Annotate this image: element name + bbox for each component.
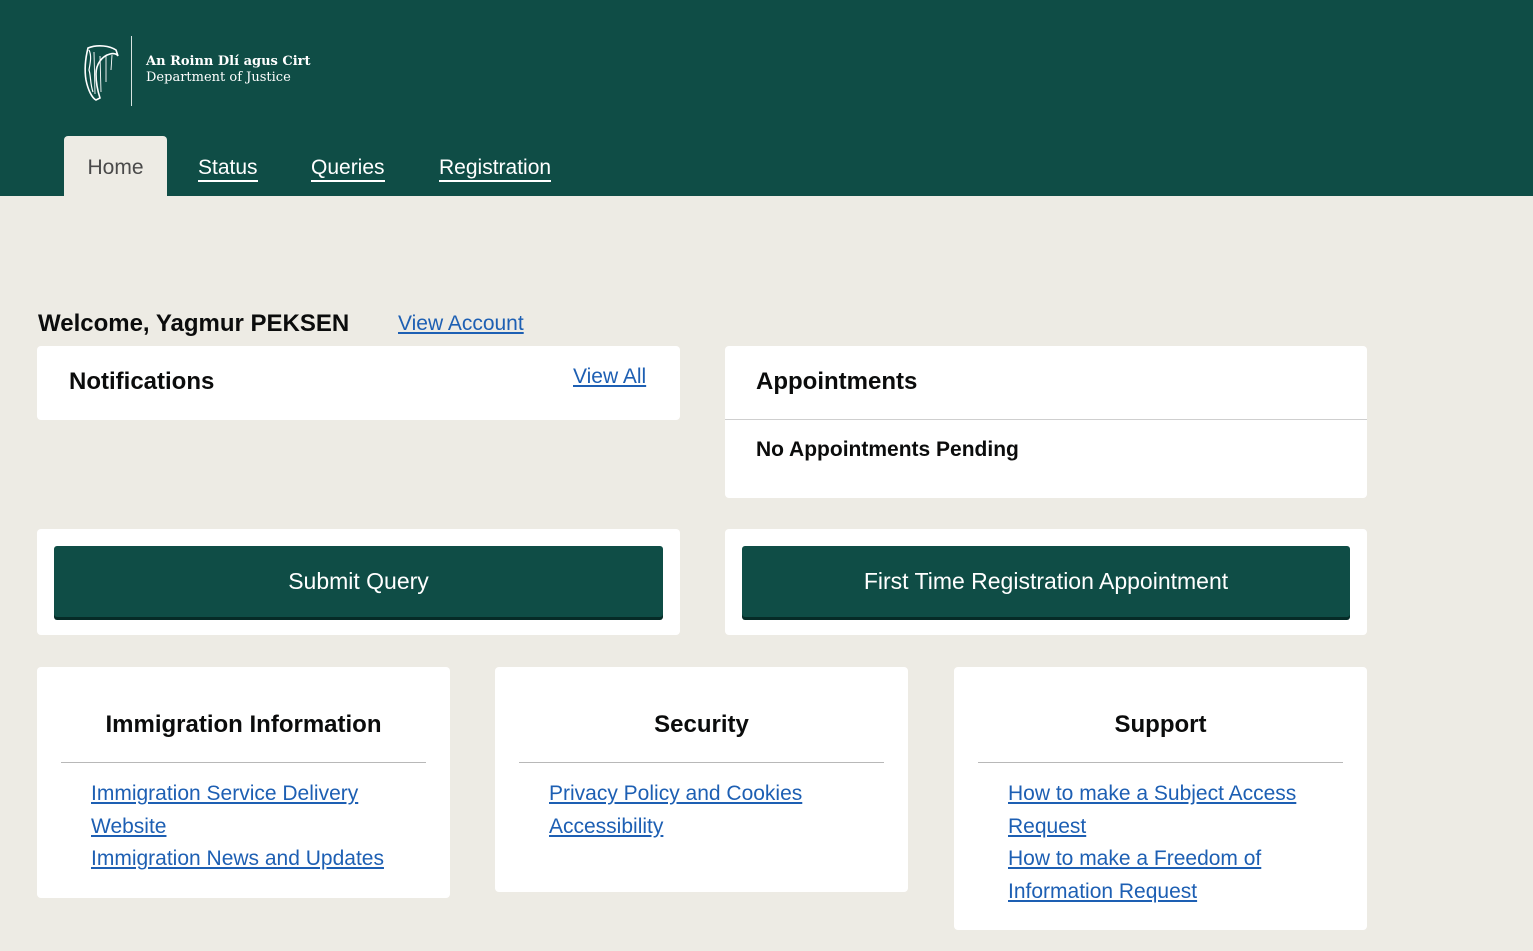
logo-divider (131, 36, 132, 106)
immigration-info-divider (61, 762, 426, 763)
accessibility-link[interactable]: Accessibility (549, 815, 663, 838)
logo-english-text: Department of Justice (146, 70, 291, 85)
logo-irish-text: An Roinn Dlí agus Cirt (146, 54, 311, 69)
security-title: Security (654, 711, 749, 738)
logo-text: An Roinn Dlí agus Cirt Department of Jus… (146, 54, 311, 86)
appointments-status: No Appointments Pending (756, 438, 1019, 461)
support-card: Support How to make a Subject Access Req… (954, 667, 1367, 930)
nav-tab-status-label: Status (198, 156, 258, 182)
immigration-info-card: Immigration Information Immigration Serv… (37, 667, 450, 898)
submit-query-button[interactable]: Submit Query (54, 546, 663, 617)
subject-access-request-link[interactable]: How to make a Subject Access Request (1008, 782, 1296, 838)
view-account-link[interactable]: View Account (398, 312, 524, 336)
submit-query-card: Submit Query (37, 529, 680, 635)
harp-icon (84, 45, 119, 101)
first-time-registration-button[interactable]: First Time Registration Appointment (742, 546, 1350, 617)
freedom-of-information-link[interactable]: How to make a Freedom of Information Req… (1008, 847, 1261, 903)
appointments-title: Appointments (756, 368, 918, 395)
view-all-notifications-link[interactable]: View All (573, 365, 646, 389)
notifications-card: Notifications View All (37, 346, 680, 420)
registration-appointment-card: First Time Registration Appointment (725, 529, 1367, 635)
nav-tab-status[interactable]: Status (198, 136, 258, 196)
nav-tab-home[interactable]: Home (64, 136, 167, 196)
notifications-title: Notifications (69, 368, 215, 395)
security-card: Security Privacy Policy and Cookies Acce… (495, 667, 908, 892)
privacy-policy-link[interactable]: Privacy Policy and Cookies (549, 782, 802, 805)
support-links: How to make a Subject Access Request How… (1008, 778, 1298, 908)
support-title: Support (1114, 711, 1207, 738)
nav-tab-registration[interactable]: Registration (439, 136, 552, 196)
support-divider (978, 762, 1343, 763)
immigration-news-link[interactable]: Immigration News and Updates (91, 847, 384, 870)
appointments-card: Appointments No Appointments Pending (725, 346, 1367, 498)
nav-tab-queries[interactable]: Queries (311, 136, 385, 196)
welcome-message: Welcome, Yagmur PEKSEN (38, 310, 350, 337)
immigration-links: Immigration Service Delivery Website Imm… (91, 778, 391, 876)
site-header: An Roinn Dlí agus Cirt Department of Jus… (0, 0, 1533, 196)
nav-tab-home-label: Home (87, 156, 144, 179)
security-links: Privacy Policy and Cookies Accessibility (549, 778, 849, 843)
security-divider (519, 762, 884, 763)
nav-tab-queries-label: Queries (311, 156, 385, 182)
immigration-info-title: Immigration Information (105, 711, 382, 738)
immigration-service-delivery-link[interactable]: Immigration Service Delivery Website (91, 782, 358, 838)
nav-tab-registration-label: Registration (439, 156, 552, 182)
appointments-divider (725, 419, 1367, 420)
